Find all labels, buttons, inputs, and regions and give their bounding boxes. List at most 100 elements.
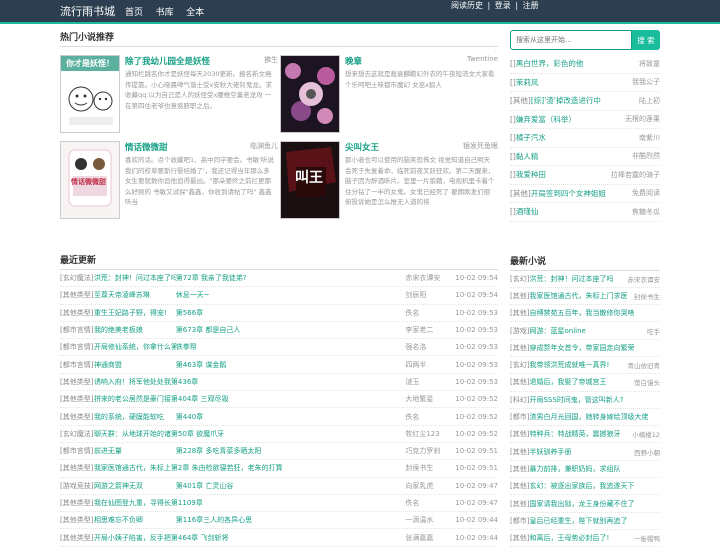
update-row: [其他类型]我的系统，硬膜能软吃第440章佚名10-02 09:52	[60, 408, 498, 425]
book-title[interactable]: 晚章	[345, 55, 362, 67]
cover-text: 情话微微甜	[71, 178, 111, 187]
newest-book-name[interactable]: 皇后已经重生，陛下就别再追了	[529, 516, 627, 526]
update-category: [其他类型]	[60, 412, 94, 422]
flowers-cover-icon	[281, 56, 339, 133]
update-chapter-link[interactable]: 第116章三人的各异心思	[176, 515, 406, 525]
newest-book-name[interactable]: 洪荒：封神！问过本座了吗	[529, 274, 613, 284]
update-author: 封侯书生	[405, 463, 455, 473]
update-category: [其他类型]	[60, 498, 94, 508]
update-book-name[interactable]: 前进无量	[94, 446, 176, 456]
update-book-name[interactable]: 网游之箭神无双	[94, 481, 176, 491]
update-book-name[interactable]: 洪荒：封神！问过本座了吗	[94, 273, 176, 283]
ranking-item[interactable]: []黏人精非酷烈然	[510, 148, 660, 167]
update-book-name[interactable]: 我的绝美老板娘	[94, 325, 176, 335]
update-author: 李家老二	[405, 325, 455, 335]
update-chapter-link[interactable]: 第72章 我亲了我徒弟?	[176, 273, 406, 283]
ranking-book-name[interactable]: 嫌弃爱富（科举）	[516, 114, 576, 125]
newest-book-name[interactable]: 渣男白月光回国，她转身嫁给顶级大佬	[529, 412, 648, 422]
register-link[interactable]: 注册	[523, 1, 539, 10]
newest-book-name[interactable]: 网游：蓝星online	[529, 326, 585, 336]
update-book-name[interactable]: 神通商盟	[94, 360, 176, 370]
book-cover[interactable]: 情话微微甜	[60, 141, 120, 219]
update-book-name[interactable]: 我的系统，硬膜能软吃	[94, 412, 176, 422]
hot-book-card[interactable]: 晚章 Twentine 想来想去这就是裁衰麟瞻幻外农的午夜短流文大家看个乐呵吧土…	[280, 55, 498, 135]
newest-author: 赤宋衣谭安	[628, 274, 661, 284]
newest-book-name[interactable]: 和离后，王母势必封后了!	[529, 533, 609, 543]
update-book-name[interactable]: 重生王妃路子野，得宠!	[94, 308, 176, 318]
hot-book-card[interactable]: 你才是妖怪！ 除了我幼儿园全是妖怪 拂生 通知栏跳名你才是妖怪每天2030更新。…	[60, 55, 278, 135]
login-link[interactable]: 登录	[495, 1, 511, 10]
book-cover[interactable]	[280, 55, 340, 133]
newest-book-name[interactable]: 穿成赘年女首令，带家园走向繁荣	[529, 343, 634, 353]
ranking-book-name[interactable]: 我爱种田	[516, 169, 546, 180]
newest-book-name[interactable]: 特种兵：特战精英，震撼狼牙	[529, 429, 620, 439]
update-row: [玄幻魔法]洪荒：封神！问过本座了吗第72章 我亲了我徒弟?赤宋衣谭安10-02…	[60, 270, 498, 287]
nav-library[interactable]: 书库	[156, 8, 174, 18]
ranking-book-name[interactable]: 黏人精	[516, 151, 539, 162]
search-button[interactable]: 搜 索	[632, 30, 660, 50]
update-book-name[interactable]: 相思难忘不负卿	[94, 515, 176, 525]
update-book-name[interactable]: 我家医馆通古代，朱标上第2章 朱由检欲寝若狂，老朱的打算	[94, 463, 405, 473]
update-chapter-link[interactable]: 休息一天~	[176, 290, 406, 300]
ranking-book-name[interactable]: 橘子汽水	[516, 132, 546, 143]
newest-book-name[interactable]: 半妖驯养手册	[529, 447, 571, 457]
update-author: 佚名	[405, 412, 455, 422]
hot-book-card[interactable]: 叫王 尖叫女王 银发死鱼眼 那小者也可以使用的脑笑恐怖文 视觉知道自己明天会死于…	[280, 141, 498, 221]
update-chapter-link[interactable]: 第440章	[176, 412, 406, 422]
ranking-item[interactable]: [其他]开局签到四个女神姐姐免费阅读	[510, 185, 660, 204]
newest-book-name[interactable]: 开局SSS时间鬼，管这叫新人?	[529, 395, 623, 405]
update-book-name[interactable]: 开局修仙系统，你拿什么第399章	[94, 342, 176, 352]
ranking-book-name[interactable]: 黑白世界，彩色的他	[516, 58, 584, 69]
book-title[interactable]: 除了我幼儿园全是妖怪	[125, 55, 210, 67]
ranking-item[interactable]: []黑白世界，彩色的他将致童	[510, 55, 660, 74]
newest-book-name[interactable]: 我家医馆通古代，朱标上门求医	[529, 291, 627, 301]
ranking-item[interactable]: []嫌弃爱富（科举）无根的莲果	[510, 111, 660, 130]
update-book-name[interactable]: 至尊天帝凌峰苏琳	[94, 290, 176, 300]
newest-book-name[interactable]: 玄幻：被逐出家族后，我追遂天下	[529, 481, 634, 491]
update-time: 10-02 09:53	[455, 361, 498, 369]
update-chapter-link[interactable]: 第401章 亡灵山谷	[176, 481, 406, 491]
ranking-item[interactable]: [其他][综]'渣'掉改造进行中陆上初	[510, 92, 660, 111]
update-chapter-link[interactable]: 铁拳帮	[176, 342, 406, 352]
ranking-item[interactable]: []橘子汽水南紫川	[510, 129, 660, 148]
book-title[interactable]: 情话微微甜	[125, 141, 168, 153]
ranking-book-name[interactable]: [综]'渣'掉改造进行中	[531, 95, 601, 106]
newest-category: [其他]	[510, 464, 529, 474]
newest-book-name[interactable]: 我带领洪荒成就唯一真界!	[529, 360, 609, 370]
ranking-book-name[interactable]: 茉莉风	[516, 77, 539, 88]
update-book-name[interactable]: 拼来的老公居然是豪门接第404章 三观尽毁	[94, 394, 405, 404]
ranking-item[interactable]: []我爱种田拉棒若露的骑子	[510, 166, 660, 185]
newest-book-name[interactable]: 退婚后，我娶了帝城宫王	[529, 377, 606, 387]
update-book-name[interactable]: 聊天群：从地球开始的诸第50章 欲魔爪牙	[94, 429, 405, 439]
book-cover[interactable]: 你才是妖怪！	[60, 55, 120, 133]
update-row: [游戏竞技]网游之箭神无双第401章 亡灵山谷向家乳虎10-02 09:47	[60, 478, 498, 495]
newest-book-name[interactable]: 国家请我出狱，龙王身份藏不住了	[529, 499, 634, 509]
left-column: 热门小说推荐 你才是妖怪！ 除了我幼儿园全是妖怪 拂生 通知栏跳名你才是	[60, 30, 498, 547]
update-chapter-link[interactable]: 第463章 谋金鹅	[176, 360, 406, 370]
newest-category: [其他]	[510, 291, 529, 301]
newest-book-name[interactable]: 自缚禁苑五百年，我当散修你哭啥	[529, 308, 634, 318]
ranking-item[interactable]: []茉莉风我我公子	[510, 74, 660, 93]
ranking-book-name[interactable]: 开局签到四个女神姐姐	[531, 188, 606, 199]
book-title[interactable]: 尖叫女王	[345, 141, 379, 153]
update-chapter-link[interactable]: 第673章 都是自己人	[176, 325, 406, 335]
update-book-name[interactable]: 我在仙图登九重，寻得长第1109章	[94, 498, 405, 508]
update-book-name[interactable]: 诱响入府！将军他处处我第436章	[94, 377, 405, 387]
ranking-item[interactable]: []酒瑾仙焦糖冬瓜	[510, 203, 660, 222]
nav-complete[interactable]: 全本	[186, 8, 204, 18]
site-brand[interactable]: 流行雨书城	[60, 3, 115, 19]
newest-book-name[interactable]: 暴力前排，兼职奶妈，求组队	[529, 464, 620, 474]
update-book-name[interactable]: 开局小姨子陷害，反手把第464章 飞剑斩将	[94, 533, 405, 543]
update-category: [玄幻魔法]	[60, 429, 94, 439]
update-chapter-link[interactable]: 第228章 多吃青菜多晒太阳	[176, 446, 406, 456]
newest-author: 封侯书生	[634, 291, 660, 301]
ranking-book-name[interactable]: 酒瑾仙	[516, 206, 539, 217]
nav-home[interactable]: 首页	[125, 8, 143, 18]
hot-book-card[interactable]: 情话微微甜 情话微微甜 临渊鱼儿 喜欢的话。点个收藏吧1、高中同学要会。书敏'听…	[60, 141, 278, 221]
search-input[interactable]	[510, 30, 632, 50]
reading-history-link[interactable]: 阅读历史	[451, 1, 483, 10]
update-author: 谜玉	[405, 377, 455, 387]
newest-author: 小楠楼12	[632, 429, 660, 439]
book-cover[interactable]: 叫王	[280, 141, 340, 219]
update-chapter-link[interactable]: 第566章	[176, 308, 406, 318]
